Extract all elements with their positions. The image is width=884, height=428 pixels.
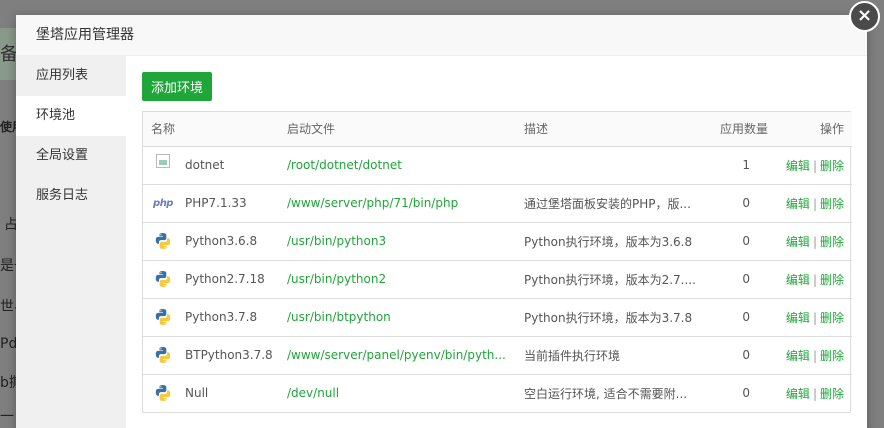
app-manager-dialog: 堡塔应用管理器 应用列表 环境池 全局设置 服务日志 添加环境 名称 启动文件 xyxy=(16,15,867,428)
edit-link[interactable]: 编辑 xyxy=(786,197,810,211)
link-separator: | xyxy=(812,310,817,325)
link-separator: | xyxy=(812,348,817,363)
column-header-file: 启动文件 xyxy=(279,112,516,147)
edit-link[interactable]: 编辑 xyxy=(786,235,810,249)
python-icon xyxy=(151,307,175,327)
table-row: Python3.7.8 /usr/bin/btpython Python执行环境… xyxy=(143,298,852,337)
python-icon xyxy=(151,383,175,403)
env-description: 通过堡塔面板安装的PHP，版... xyxy=(524,196,691,211)
delete-link[interactable]: 删除 xyxy=(820,273,844,287)
env-start-file: /usr/bin/btpython xyxy=(287,310,391,324)
column-header-name: 名称 xyxy=(143,112,279,147)
env-app-count: 0 xyxy=(742,386,750,401)
env-start-file: /www/server/panel/pyenv/bin/pyth... xyxy=(287,348,506,362)
dialog-title: 堡塔应用管理器 xyxy=(36,27,134,43)
env-app-count: 0 xyxy=(742,348,750,362)
delete-link[interactable]: 删除 xyxy=(820,387,844,401)
table-row: dotnet /root/dotnet/dotnet 1 编辑 | 删除 xyxy=(143,146,852,185)
dialog-header: 堡塔应用管理器 xyxy=(16,15,867,56)
link-separator: | xyxy=(812,386,817,401)
python-icon xyxy=(151,345,175,365)
dialog-body: 应用列表 环境池 全局设置 服务日志 添加环境 名称 启动文件 描述 应用数量 … xyxy=(16,56,867,428)
delete-link[interactable]: 删除 xyxy=(820,159,844,173)
table-header-row: 名称 启动文件 描述 应用数量 操作 xyxy=(143,112,852,147)
env-app-count: 0 xyxy=(742,310,750,324)
delete-link[interactable]: 删除 xyxy=(820,235,844,249)
env-description: Python执行环境，版本为3.7.8 xyxy=(524,310,693,325)
env-name: Null xyxy=(185,386,209,401)
edit-link[interactable]: 编辑 xyxy=(786,273,810,287)
edit-link[interactable]: 编辑 xyxy=(786,311,810,325)
sidebar-item-env-pool[interactable]: 环境池 xyxy=(16,96,126,136)
sidebar-item-global-settings[interactable]: 全局设置 xyxy=(16,136,126,176)
env-name: BTPython3.7.8 xyxy=(185,348,273,362)
environment-table: 名称 启动文件 描述 应用数量 操作 dotnet /root/dotnet/d… xyxy=(142,111,852,413)
edit-link[interactable]: 编辑 xyxy=(786,159,810,173)
env-start-file: /www/server/php/71/bin/php xyxy=(287,196,459,210)
table-row: php PHP7.1.33 /www/server/php/71/bin/php… xyxy=(143,184,852,223)
env-start-file: /usr/bin/python2 xyxy=(287,272,387,286)
env-name: Python2.7.18 xyxy=(185,272,265,286)
delete-link[interactable]: 删除 xyxy=(820,349,844,363)
env-description: 空白运行环境, 适合不需要附... xyxy=(524,386,688,401)
env-app-count: 0 xyxy=(742,234,750,248)
env-name: Python3.6.8 xyxy=(185,234,258,248)
sidebar: 应用列表 环境池 全局设置 服务日志 xyxy=(16,56,126,428)
column-header-desc: 描述 xyxy=(516,112,696,147)
edit-link[interactable]: 编辑 xyxy=(786,349,810,363)
delete-link[interactable]: 删除 xyxy=(820,197,844,211)
python-icon xyxy=(151,231,175,251)
python-icon xyxy=(151,269,175,289)
link-separator: | xyxy=(812,234,817,249)
env-description: Python执行环境，版本为3.6.8 xyxy=(524,234,693,249)
env-app-count: 1 xyxy=(742,158,750,172)
delete-link[interactable]: 删除 xyxy=(820,311,844,325)
table-row: BTPython3.7.8 /www/server/panel/pyenv/bi… xyxy=(143,336,852,375)
env-start-file: /root/dotnet/dotnet xyxy=(287,158,402,172)
sidebar-item-app-list[interactable]: 应用列表 xyxy=(16,56,126,96)
link-separator: | xyxy=(812,196,817,211)
link-separator: | xyxy=(812,158,817,173)
env-start-file: /dev/null xyxy=(287,386,340,401)
env-description: 当前插件执行环境 xyxy=(524,348,621,363)
env-description: Python执行环境，版本为2.7.... xyxy=(524,272,696,287)
env-name: PHP7.1.33 xyxy=(185,196,247,210)
broken-image-icon xyxy=(151,154,175,175)
add-environment-button[interactable]: 添加环境 xyxy=(142,72,212,101)
column-header-op: 操作 xyxy=(782,112,852,147)
env-name: Python3.7.8 xyxy=(185,310,258,324)
env-app-count: 0 xyxy=(742,196,750,210)
env-start-file: /usr/bin/python3 xyxy=(287,234,387,248)
sidebar-item-service-log[interactable]: 服务日志 xyxy=(16,176,126,216)
php-icon: php xyxy=(153,197,173,209)
close-icon[interactable]: × xyxy=(849,1,880,32)
table-row: Python2.7.18 /usr/bin/python2 Python执行环境… xyxy=(143,260,852,299)
link-separator: | xyxy=(812,272,817,287)
env-name: dotnet xyxy=(185,158,225,172)
table-row: Null /dev/null 空白运行环境, 适合不需要附... 0 编辑 | 删除 xyxy=(143,374,852,412)
env-app-count: 0 xyxy=(742,272,750,286)
edit-link[interactable]: 编辑 xyxy=(786,387,810,401)
table-row: Python3.6.8 /usr/bin/python3 Python执行环境，… xyxy=(143,222,852,261)
column-header-count: 应用数量 xyxy=(696,112,782,147)
